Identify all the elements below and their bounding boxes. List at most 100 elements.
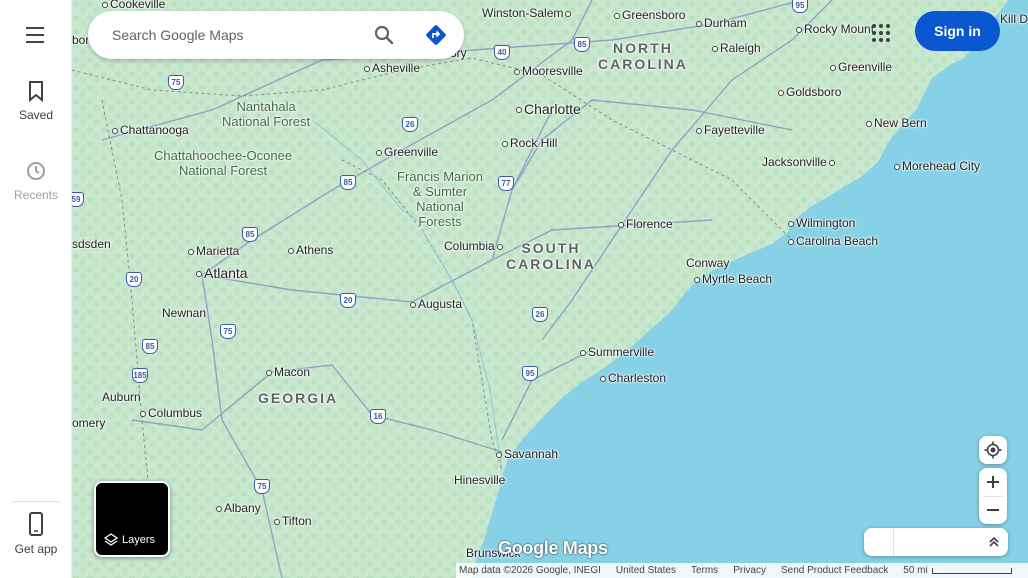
place-winston-salem[interactable]: Winston-Salem <box>482 6 573 20</box>
interstate-shield: 77 <box>498 176 514 191</box>
park-label-nantahala: Nantahala National Forest <box>222 99 311 129</box>
place-chattanooga[interactable]: Chattanooga <box>110 123 189 137</box>
place-macon[interactable]: Macon <box>264 365 310 379</box>
rail-divider <box>12 501 60 502</box>
chevron-up-double-icon <box>989 536 999 547</box>
search-input[interactable] <box>112 23 362 47</box>
interstate-shield: 85 <box>574 37 590 52</box>
interstate-shield: 75 <box>254 479 270 494</box>
place-columbus[interactable]: Columbus <box>138 406 202 420</box>
directions-button[interactable] <box>424 23 448 47</box>
place-new-bern[interactable]: New Bern <box>864 116 927 130</box>
place-greensboro[interactable]: Greensboro <box>612 8 685 22</box>
state-label-south-carolina: SOUTH CAROLINA <box>506 240 596 272</box>
place-mooresville[interactable]: Mooresville <box>512 64 583 78</box>
directions-icon <box>426 25 446 45</box>
get-app-label: Get app <box>14 542 58 556</box>
my-location-icon <box>984 441 1002 459</box>
strip-divider <box>893 528 894 556</box>
scale-label: 50 mi <box>903 565 928 576</box>
place-fayetteville[interactable]: Fayetteville <box>694 123 765 137</box>
place-goldsboro[interactable]: Goldsboro <box>776 85 841 99</box>
menu-icon[interactable] <box>22 22 50 48</box>
privacy-link[interactable]: Privacy <box>733 565 766 576</box>
imagery-strip[interactable] <box>864 528 1008 556</box>
park-label-chattahoochee: Chattahoochee-Oconee National Forest <box>154 148 293 178</box>
place-greenville-nc[interactable]: Greenville <box>828 60 892 74</box>
place-myrtle-beach[interactable]: Myrtle Beach <box>692 272 772 286</box>
plus-icon <box>987 476 999 488</box>
place-hinesville[interactable]: Hinesville <box>454 473 505 487</box>
place-rock-hill[interactable]: Rock Hill <box>500 136 557 150</box>
terms-link[interactable]: Terms <box>691 565 718 576</box>
place-auburn[interactable]: Auburn <box>102 390 141 404</box>
place-raleigh[interactable]: Raleigh <box>710 41 761 55</box>
scale-bar-graphic <box>931 567 1012 574</box>
side-rail: Saved Recents Get app <box>0 0 72 578</box>
map-canvas[interactable]: NORTH CAROLINA SOUTH CAROLINA GEORGIA Nant… <box>72 0 1028 578</box>
place-kill-devil[interactable]: Kill De <box>1000 12 1028 26</box>
interstate-shield: 40 <box>494 45 510 60</box>
history-icon <box>27 162 45 180</box>
bookmark-icon <box>29 81 43 102</box>
sign-in-button[interactable]: Sign in <box>915 11 1000 51</box>
scale-bar[interactable]: 50 mi <box>903 565 1023 576</box>
saved-button[interactable]: Saved <box>0 80 72 122</box>
place-wilmington[interactable]: Wilmington <box>786 216 855 230</box>
place-marietta[interactable]: Marietta <box>186 244 239 258</box>
interstate-shield: 75 <box>168 75 184 90</box>
layers-button[interactable]: Layers <box>94 481 170 557</box>
place-augusta[interactable]: Augusta <box>408 297 462 311</box>
search-icon <box>374 25 394 45</box>
zoom-out-button[interactable] <box>979 496 1007 524</box>
recents-button[interactable]: Recents <box>0 160 72 202</box>
get-app-button[interactable]: Get app <box>0 512 72 556</box>
place-florence[interactable]: Florence <box>616 217 673 231</box>
interstate-shield: 75 <box>220 324 236 339</box>
place-savannah[interactable]: Savannah <box>494 447 558 461</box>
place-morehead-city[interactable]: Morehead City <box>892 159 980 173</box>
place-rocky-mount[interactable]: Rocky Mount <box>794 22 874 36</box>
recents-label: Recents <box>13 188 59 202</box>
place-atlanta[interactable]: Atlanta <box>194 265 248 281</box>
expand-button[interactable] <box>980 528 1008 556</box>
place-columbia[interactable]: Columbia <box>444 239 505 253</box>
map-footer: Map data ©2026 Google, INEGI United Stat… <box>456 563 1028 578</box>
region-link[interactable]: United States <box>616 565 676 576</box>
place-asheville[interactable]: Asheville <box>362 61 420 75</box>
place-durham[interactable]: Durham <box>694 16 747 30</box>
layers-label: Layers <box>122 534 156 546</box>
place-conway[interactable]: Conway <box>686 256 729 270</box>
interstate-shield: 20 <box>340 293 356 308</box>
map-base <box>72 0 1028 578</box>
apps-grid-icon[interactable] <box>870 22 892 44</box>
interstate-shield: 85 <box>142 339 158 354</box>
place-greenville-sc[interactable]: Greenville <box>374 145 438 159</box>
saved-label: Saved <box>18 108 54 122</box>
zoom-in-button[interactable] <box>979 468 1007 496</box>
place-tifton[interactable]: Tifton <box>272 514 312 528</box>
interstate-shield: 26 <box>532 307 548 322</box>
place-gadsden[interactable]: sdsden <box>72 237 111 251</box>
place-carolina-beach[interactable]: Carolina Beach <box>786 234 878 248</box>
place-cookeville[interactable]: Cookeville <box>100 0 165 11</box>
place-montgomery[interactable]: omery <box>72 416 105 430</box>
park-label-francis-marion: Francis Marion & Sumter National Forests <box>397 169 483 229</box>
place-charlotte[interactable]: Charlotte <box>514 101 581 117</box>
interstate-shield: 95 <box>522 366 538 381</box>
place-newnan[interactable]: Newnan <box>162 306 206 320</box>
interstate-shield: 16 <box>370 409 386 424</box>
place-jacksonville[interactable]: Jacksonville <box>762 155 837 169</box>
interstate-shield: 95 <box>792 0 808 13</box>
feedback-link[interactable]: Send Product Feedback <box>781 565 888 576</box>
place-athens[interactable]: Athens <box>286 243 333 257</box>
my-location-button[interactable] <box>979 436 1007 464</box>
search-box <box>88 11 464 59</box>
place-albany[interactable]: Albany <box>214 501 261 515</box>
place-summerville[interactable]: Summerville <box>578 345 654 359</box>
place-charleston[interactable]: Charleston <box>598 371 666 385</box>
state-label-north-carolina: NORTH CAROLINA <box>598 40 688 72</box>
layers-icon <box>104 533 118 546</box>
map-data-attribution: Map data ©2026 Google, INEGI <box>459 565 601 576</box>
search-button[interactable] <box>372 23 396 47</box>
